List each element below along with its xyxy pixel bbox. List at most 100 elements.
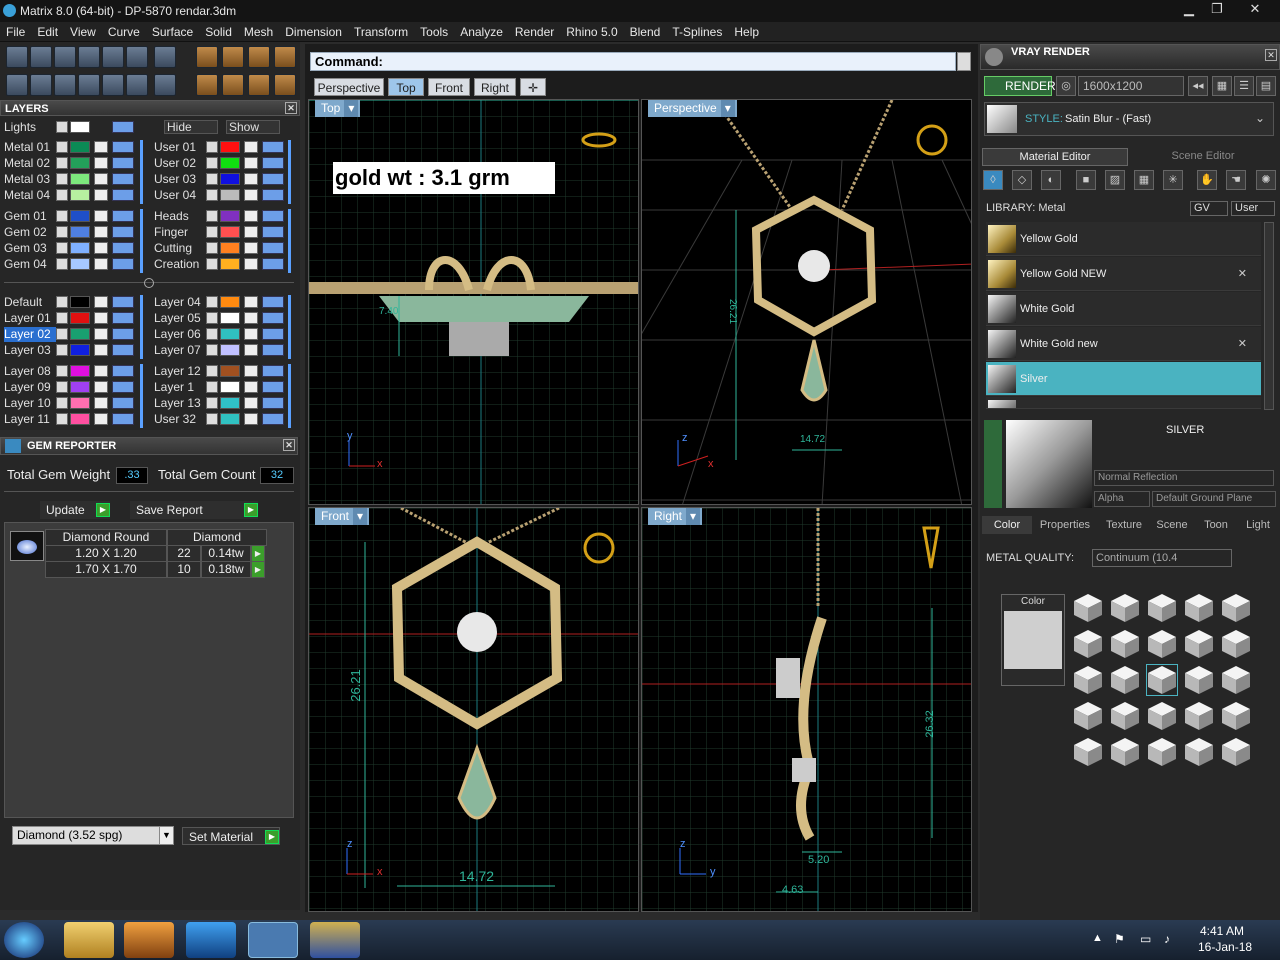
layer-color-swatch[interactable] [70, 210, 90, 222]
layer-row[interactable]: User 32 [154, 412, 294, 427]
layer-expand-toggle[interactable] [56, 312, 68, 324]
metal-quality-swatch[interactable] [1183, 736, 1215, 768]
material-scrollbar[interactable] [1264, 222, 1274, 410]
layer-color-swatch[interactable] [70, 397, 90, 409]
texture-category-icon[interactable]: ▦ [1134, 170, 1154, 190]
delete-material-icon[interactable]: ✕ [1238, 397, 1247, 408]
layer-row[interactable]: Default [4, 295, 144, 310]
metal-quality-swatch[interactable] [1220, 664, 1252, 696]
subtab-color[interactable]: Color [982, 516, 1032, 534]
update-button[interactable]: Update ▶ [40, 501, 110, 519]
layer-visibility-toggle[interactable] [112, 296, 134, 308]
gem-row-select-button[interactable]: ▶ [251, 545, 265, 562]
layer-visibility-toggle[interactable] [262, 397, 284, 409]
layer-color-swatch[interactable] [220, 328, 240, 340]
snap-tool-icon[interactable] [222, 46, 244, 68]
material-item[interactable]: Yellow Gold [986, 222, 1261, 256]
lock-icon[interactable] [244, 242, 258, 254]
layer-color-swatch[interactable] [220, 296, 240, 308]
tab-perspective[interactable]: Perspective [314, 78, 384, 96]
layer-color-swatch[interactable] [220, 226, 240, 238]
rewind-icon[interactable]: ◂◂ [1188, 76, 1208, 96]
layer-expand-toggle[interactable] [56, 397, 68, 409]
metal-quality-swatch[interactable] [1183, 628, 1215, 660]
subtab-properties[interactable]: Properties [1034, 516, 1096, 534]
menu-tsplines[interactable]: T-Splines [666, 22, 728, 42]
light-category-icon[interactable]: ✺ [1256, 170, 1276, 190]
viewport-front-label[interactable]: Front [315, 508, 370, 525]
layer-row[interactable]: Layer 12 [154, 364, 294, 379]
filter-icon[interactable] [102, 74, 124, 96]
layer-row[interactable]: Layer 03 [4, 343, 144, 358]
preview-collapse-toggle[interactable] [984, 420, 1002, 508]
layer-color-swatch[interactable] [70, 258, 90, 270]
layer-expand-toggle[interactable] [56, 141, 68, 153]
lock-icon[interactable] [94, 381, 108, 393]
hand2-category-icon[interactable]: ☚ [1226, 170, 1246, 190]
resolution-select[interactable]: 1600x1200 [1078, 76, 1184, 96]
layer-row[interactable]: Layer 08 [4, 364, 144, 379]
gem-row-select-button[interactable]: ▶ [251, 561, 265, 578]
gem-tool-icon[interactable] [196, 46, 218, 68]
user-filter[interactable]: User [1231, 201, 1275, 216]
layer-row[interactable]: Metal 02 [4, 156, 144, 171]
grid-tool-icon[interactable] [126, 46, 148, 68]
layer-color-swatch[interactable] [220, 189, 240, 201]
layer-color-swatch[interactable] [220, 258, 240, 270]
style-selector[interactable]: STYLE: Satin Blur - (Fast) ⌄ [984, 102, 1274, 136]
material-item[interactable]: Silver shadin ✕ [986, 397, 1261, 409]
render-button[interactable]: RENDER [984, 76, 1056, 96]
lock-icon[interactable] [94, 397, 108, 409]
transform-tool-icon[interactable] [222, 74, 244, 96]
measure-icon[interactable] [154, 74, 176, 96]
layer-expand-toggle[interactable] [206, 296, 218, 308]
hide-button[interactable]: Hide [164, 120, 218, 134]
layer-expand-toggle[interactable] [56, 381, 68, 393]
material-select[interactable]: Diamond (3.52 spg) ▼ [12, 826, 174, 845]
layer-color-swatch[interactable] [70, 157, 90, 169]
lock-icon[interactable] [244, 296, 258, 308]
display-mode-icon[interactable] [30, 74, 52, 96]
layer-color-swatch[interactable] [220, 365, 240, 377]
lock-icon[interactable] [244, 381, 258, 393]
layer-row[interactable]: Layer 04 [154, 295, 294, 310]
layer-visibility-toggle[interactable] [262, 189, 284, 201]
flag-icon[interactable]: ⚑ [1114, 932, 1125, 946]
layer-color-swatch[interactable] [220, 242, 240, 254]
layer-expand-toggle[interactable] [206, 242, 218, 254]
layer-expand-toggle[interactable] [56, 189, 68, 201]
metal-quality-swatch[interactable] [1183, 664, 1215, 696]
material-item[interactable]: White Gold new ✕ [986, 327, 1261, 361]
media-player-icon[interactable] [124, 922, 174, 958]
menu-solid[interactable]: Solid [199, 22, 238, 42]
metal-quality-swatch[interactable] [1072, 592, 1104, 624]
collapse-toggle-icon[interactable] [144, 278, 154, 288]
layer-visibility-toggle[interactable] [262, 173, 284, 185]
layer-color-swatch[interactable] [70, 328, 90, 340]
gv-filter[interactable]: GV [1190, 201, 1228, 216]
layer-expand-toggle[interactable] [56, 258, 68, 270]
lock-icon[interactable] [94, 413, 108, 425]
delete-material-icon[interactable]: ✕ [1238, 257, 1247, 291]
menu-rhino[interactable]: Rhino 5.0 [560, 22, 623, 42]
layer-color-swatch[interactable] [70, 141, 90, 153]
metal-quality-swatch[interactable] [1146, 736, 1178, 768]
layer-expand-toggle[interactable] [206, 381, 218, 393]
layer-color-swatch[interactable] [70, 413, 90, 425]
subtab-texture[interactable]: Texture [1098, 516, 1150, 534]
render-camera-icon[interactable]: ◎ [1056, 76, 1076, 96]
layer-row[interactable]: User 02 [154, 156, 294, 171]
layer-row[interactable]: Gem 01 [4, 209, 144, 224]
layer-row[interactable]: Layer 01 [4, 311, 144, 326]
layer-row[interactable]: Finger [154, 225, 294, 240]
gem-reporter-close-button[interactable]: ✕ [283, 439, 295, 451]
lights-visibility-toggle[interactable] [112, 121, 134, 133]
layer-visibility-toggle[interactable] [112, 397, 134, 409]
set-material-button[interactable]: Set Material ▶ [182, 827, 280, 845]
lock-icon[interactable] [94, 189, 108, 201]
file-tool-icon[interactable] [102, 46, 124, 68]
layer-color-swatch[interactable] [220, 413, 240, 425]
menu-mesh[interactable]: Mesh [238, 22, 279, 42]
layer-expand-toggle[interactable] [206, 210, 218, 222]
layer-row[interactable]: Gem 04 [4, 257, 144, 272]
